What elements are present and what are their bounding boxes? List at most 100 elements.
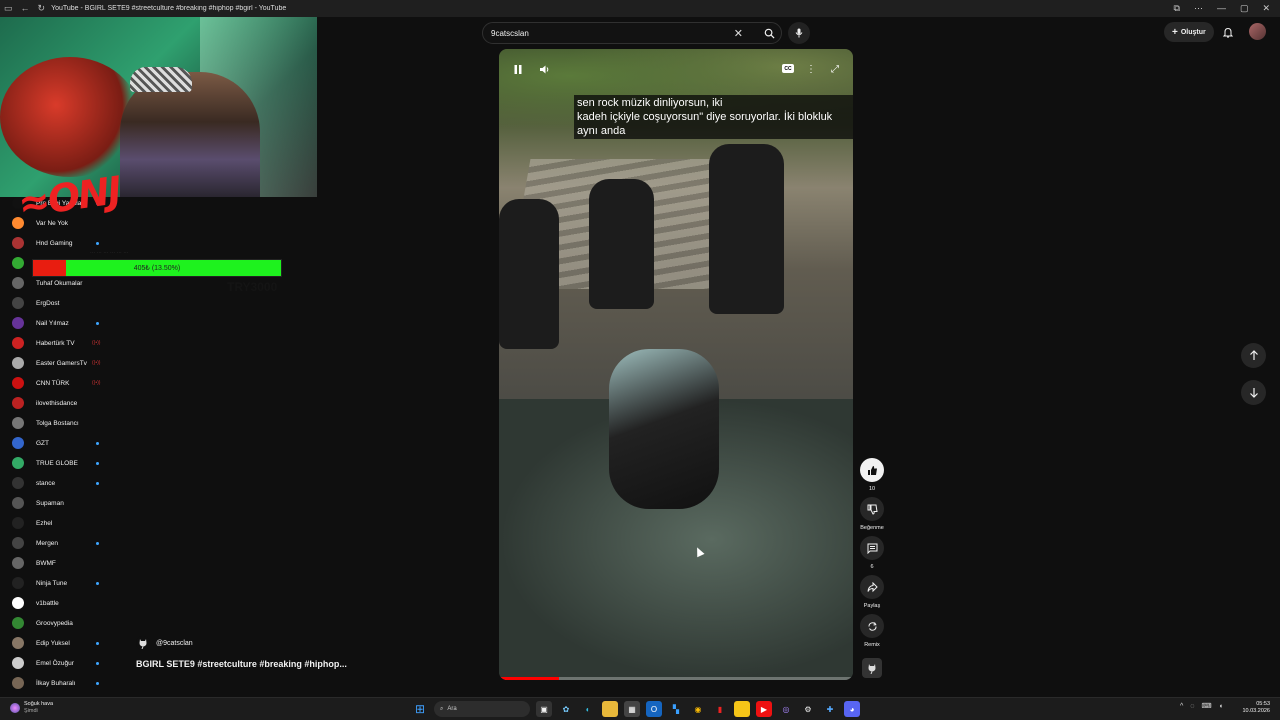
donation-goal: TRY3000 (227, 280, 278, 294)
sidebar-channel-item[interactable]: Easter GamersTv ((•)) (0, 353, 120, 373)
keyboard-icon[interactable]: ⌨ (1201, 702, 1211, 710)
sidebar-channel-item[interactable]: CNN TÜRK ((•)) (0, 373, 120, 393)
sound-source-thumb[interactable] (862, 658, 882, 678)
app-blue-icon[interactable]: ✚ (822, 701, 838, 717)
video-title[interactable]: BGIRL SETE9 #streetculture #breaking #hi… (136, 659, 347, 669)
sidebar-channel-item[interactable]: Edip Yuksel (0, 633, 120, 653)
channel-name: Ninja Tune (36, 579, 68, 587)
clear-search-icon[interactable]: ✕ (734, 27, 743, 40)
sidebar-channel-item[interactable]: Mergen (0, 533, 120, 553)
sidebar-channel-item[interactable]: Tolga Bostancı (0, 413, 120, 433)
discord-icon[interactable]: ◕ (844, 701, 860, 717)
fullscreen-icon[interactable]: ⤢ (826, 61, 844, 77)
install-icon[interactable]: ⧉ (1174, 3, 1180, 14)
maximize-button[interactable]: ▢ (1240, 3, 1249, 14)
channel-name: Ezhel (36, 519, 53, 527)
comments-circle[interactable] (860, 536, 884, 560)
search-input[interactable]: 9catscslan ✕ (482, 22, 782, 44)
vscode-icon[interactable]: ▚ (668, 701, 684, 717)
menu-icon[interactable]: ⋯ (1194, 3, 1203, 14)
taskbar-search[interactable]: ⌕ Ara (434, 701, 530, 717)
sidebar-channel-item[interactable]: ilovethisdance (0, 393, 120, 413)
channel-name: ilovethisdance (36, 399, 78, 407)
volume-icon (540, 65, 549, 73)
channel-avatar (12, 597, 24, 609)
window-controls: ⧉ ⋯ — ▢ ✕ (1174, 3, 1280, 14)
tray-overflow-icon[interactable]: ^ (1180, 703, 1183, 710)
chrome-icon[interactable]: ◉ (690, 701, 706, 717)
sidebar-channel-item[interactable]: Nail Yılmaz (0, 313, 120, 333)
edge-icon[interactable]: ◐ (580, 701, 596, 717)
like-circle[interactable] (860, 458, 884, 482)
video-progress-bar[interactable] (499, 677, 853, 680)
store-icon[interactable]: ▦ (624, 701, 640, 717)
cat-logo-icon (868, 663, 876, 674)
sidebar-channel-item[interactable]: Groovypedia (0, 613, 120, 633)
channel-avatar[interactable] (136, 636, 150, 650)
network-icon[interactable]: ◌ (1190, 703, 1194, 710)
sidebar-channel-item[interactable]: Emel Özuğur (0, 653, 120, 673)
copilot-icon[interactable]: ✿ (558, 701, 574, 717)
more-options-icon[interactable]: ⋮ (802, 61, 820, 77)
live-indicator-icon: ((•)) (92, 340, 101, 346)
cat-logo-icon (139, 638, 147, 649)
app-red-icon[interactable]: ▮ (712, 701, 728, 717)
channel-name: Tuhaf Okumalar (36, 279, 83, 287)
search-button[interactable] (756, 22, 782, 44)
volume-button[interactable] (536, 61, 554, 77)
obs-icon[interactable]: ◎ (778, 701, 794, 717)
channel-info[interactable]: @9catsclan (136, 636, 193, 650)
speaker-icon[interactable]: ◖ (1219, 703, 1223, 710)
minimize-button[interactable]: — (1217, 3, 1226, 14)
sidebar-channel-item[interactable]: GZT (0, 433, 120, 453)
sidebar-channel-item[interactable]: stance (0, 473, 120, 493)
sticky-notes-icon[interactable] (734, 701, 750, 717)
outlook-icon[interactable]: O (646, 701, 662, 717)
pause-button[interactable] (509, 61, 527, 77)
captions-button[interactable]: CC (782, 64, 794, 73)
sidebar-channel-item[interactable]: Ezhel (0, 513, 120, 533)
channel-avatar (12, 377, 24, 389)
taskbar-clock[interactable]: 05:53 10.03.2026 (1240, 701, 1270, 715)
weather-widget[interactable]: Soğuk hava Şimdi (10, 701, 53, 715)
next-short-button[interactable] (1241, 380, 1266, 405)
shorts-video-player[interactable]: CC ⋮ ⤢ sen rock müzik dinliyorsun, iki k… (499, 49, 853, 680)
share-circle[interactable] (860, 575, 884, 599)
task-view-icon[interactable]: ▣ (536, 701, 552, 717)
like-button[interactable]: 10 (858, 458, 886, 492)
sidebar-channel-item[interactable]: İlkay Buharalı (0, 673, 120, 693)
dislike-button[interactable]: Beğenme (858, 497, 886, 531)
channel-name: CNN TÜRK (36, 379, 70, 387)
search-value: 9catscslan (491, 28, 529, 38)
sidebar-channel-item[interactable]: ErgDost (0, 293, 120, 313)
reload-icon[interactable]: ↻ (38, 3, 46, 14)
remix-button[interactable]: Remix (858, 614, 886, 648)
profile-avatar[interactable] (1249, 23, 1266, 40)
back-icon[interactable]: ← (21, 3, 30, 14)
dislike-label: Beğenme (860, 525, 884, 531)
dislike-circle[interactable] (860, 497, 884, 521)
previous-short-button[interactable] (1241, 343, 1266, 368)
start-icon[interactable]: ⊞ (412, 701, 428, 717)
share-label: Paylaş (863, 603, 881, 609)
channel-handle[interactable]: @9catsclan (156, 640, 193, 647)
channel-avatar (12, 617, 24, 629)
sidebar-channel-item[interactable]: v1battle (0, 593, 120, 613)
sidebar-channel-item[interactable]: Ninja Tune (0, 573, 120, 593)
voice-search-button[interactable] (788, 22, 810, 44)
youtube-icon[interactable]: ▶ (756, 701, 772, 717)
sidebar-channel-item[interactable]: TRUE GLOBE (0, 453, 120, 473)
create-button[interactable]: + Oluştur (1164, 22, 1214, 42)
share-button[interactable]: Paylaş (858, 575, 886, 609)
comments-button[interactable]: 6 (858, 536, 886, 570)
settings-icon[interactable]: ⚙ (800, 701, 816, 717)
sidebar-channel-item[interactable]: Habertürk TV ((•)) (0, 333, 120, 353)
remix-circle[interactable] (860, 614, 884, 638)
close-button[interactable]: ✕ (1262, 3, 1270, 14)
sidebar-channel-item[interactable]: Supaman (0, 493, 120, 513)
notifications-button[interactable] (1220, 24, 1236, 40)
sound-source-avatar[interactable] (858, 658, 886, 678)
sidebar-toggle-icon[interactable]: ▭ (4, 3, 13, 14)
sidebar-channel-item[interactable]: BWMF (0, 553, 120, 573)
folder-icon[interactable] (602, 701, 618, 717)
